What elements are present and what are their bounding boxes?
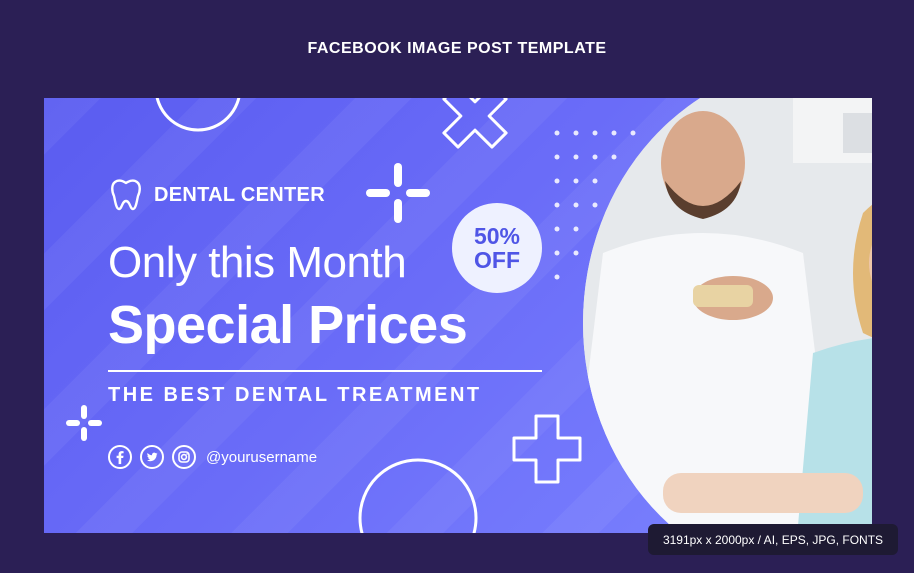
tooth-icon [111,179,141,211]
facebook-post-banner: DENTAL CENTER Only this Month Special Pr… [44,98,872,533]
outline-x-shape [442,98,508,149]
twitter-icon[interactable] [140,445,164,469]
tagline: THE BEST DENTAL TREATMENT [108,384,482,406]
brand-name: DENTAL CENTER [154,183,325,206]
discount-percent: 50% [473,223,521,249]
sparkle-small-icon [66,405,102,441]
file-info-pill: 3191px x 2000px / AI, EPS, JPG, FONTS [648,524,898,555]
discount-off-label: OFF [474,247,520,273]
headline-line-2: Special Prices [108,295,468,355]
social-handle: @yourusername [206,448,318,466]
outline-plus-shape [512,414,582,484]
outline-circle-bottom [358,458,478,533]
instagram-icon[interactable] [172,445,196,469]
discount-badge: 50% OFF [452,203,542,293]
outline-circle-top [155,98,241,132]
social-row: @yourusername [108,445,317,469]
headline-line-1: Only this Month [108,238,407,287]
sparkle-icon [366,163,430,223]
page-title: FACEBOOK IMAGE POST TEMPLATE [307,40,607,57]
headline-divider [108,370,542,372]
facebook-icon[interactable] [108,445,132,469]
brand-logo-row: DENTAL CENTER [108,178,325,212]
